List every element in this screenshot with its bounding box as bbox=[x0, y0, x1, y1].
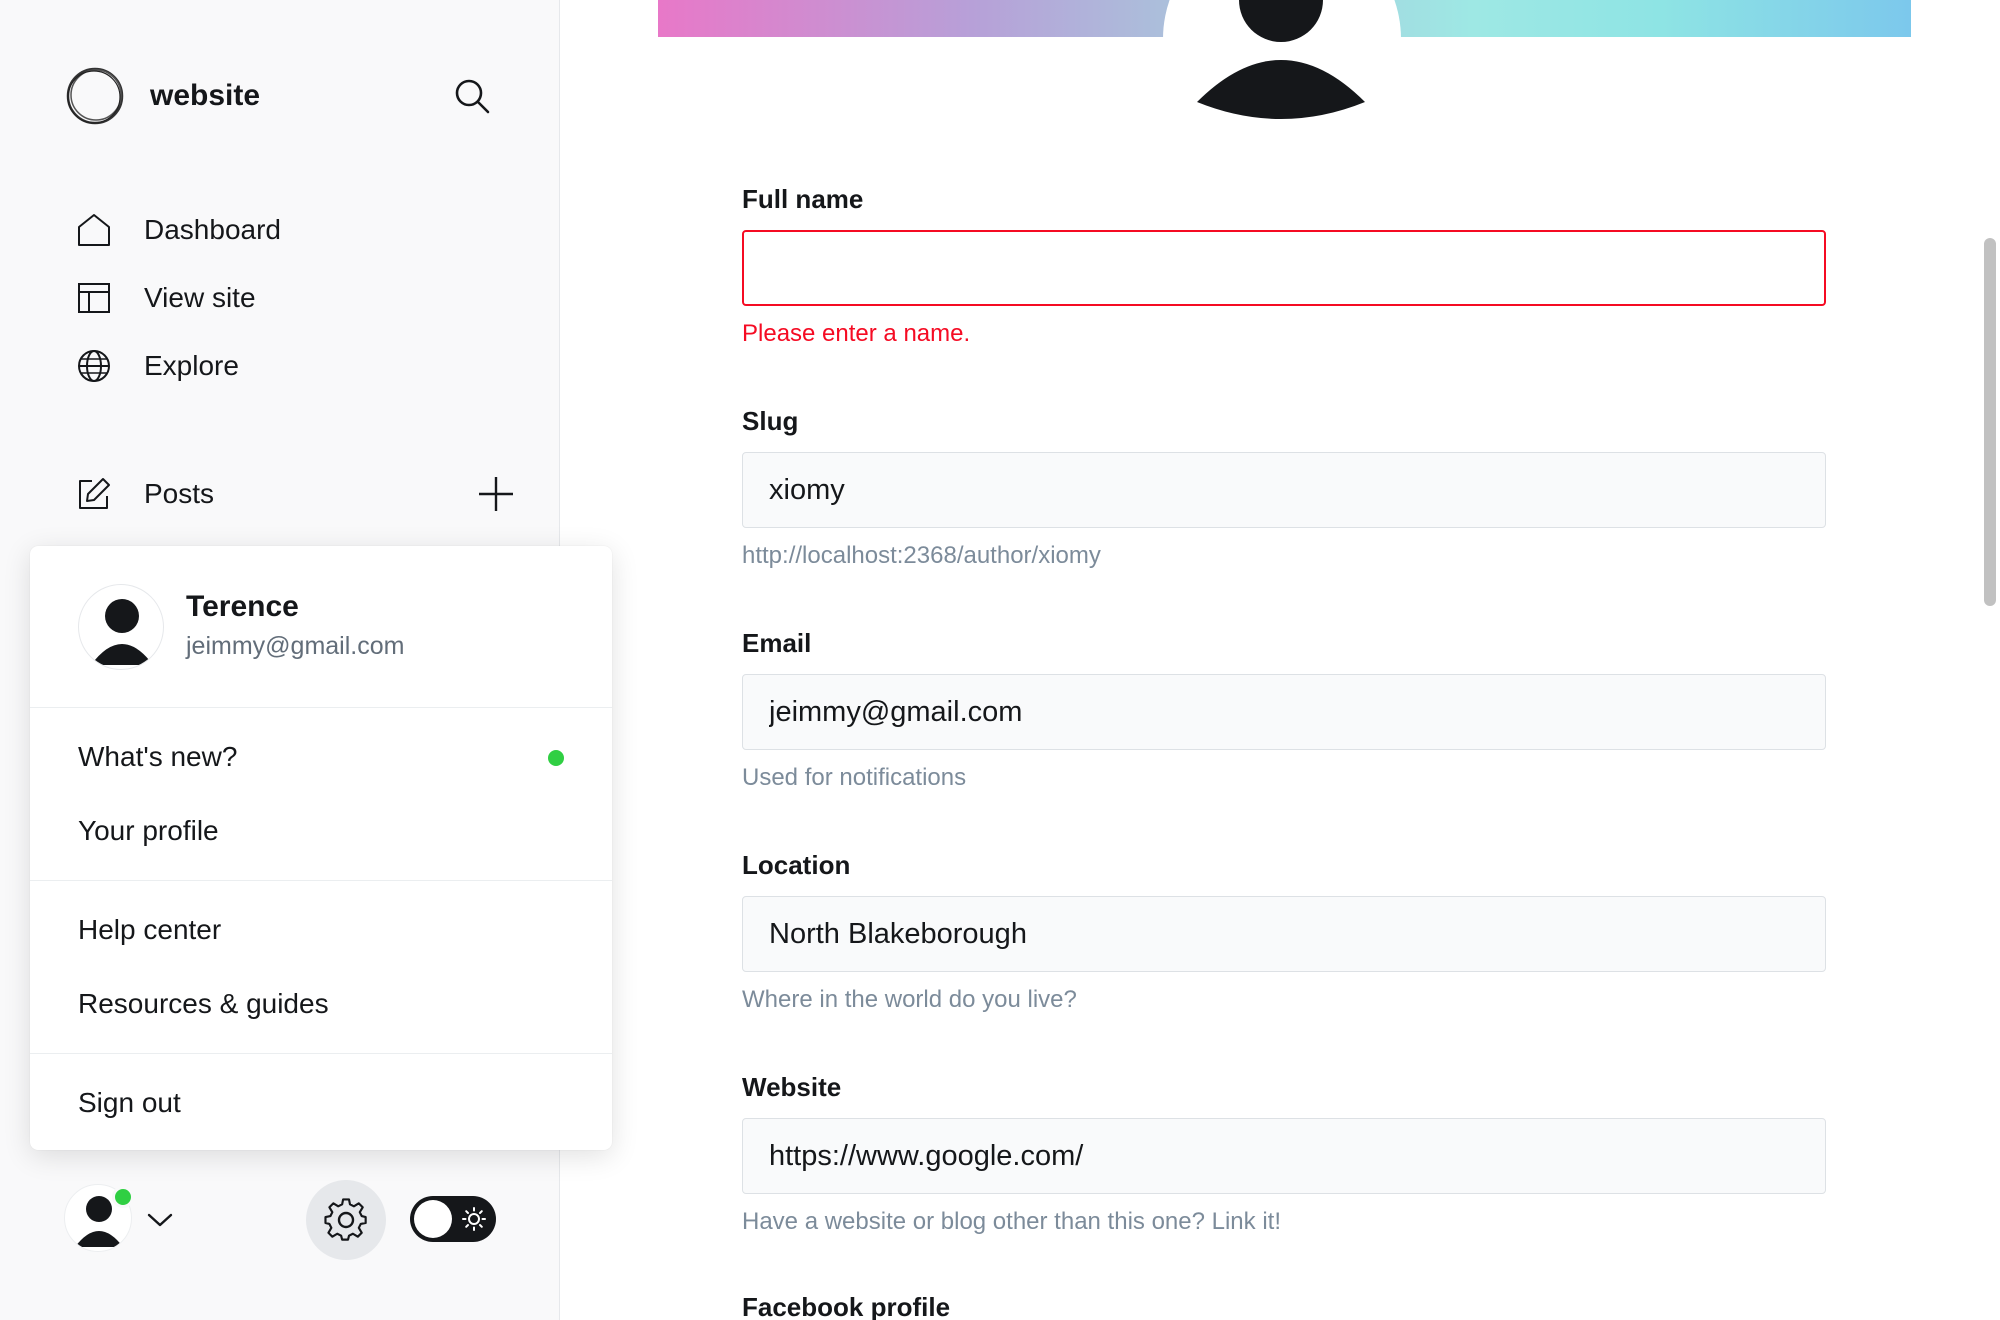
location-input[interactable] bbox=[742, 896, 1826, 972]
menu-group: What's new? Your profile bbox=[30, 708, 612, 881]
avatar bbox=[78, 584, 164, 670]
email-label: Email bbox=[742, 628, 812, 658]
search-button[interactable] bbox=[448, 72, 496, 120]
sidebar-item-label[interactable]: Posts bbox=[144, 478, 472, 510]
sidebar-item-view-site[interactable]: View site bbox=[72, 264, 512, 332]
site-name: website bbox=[150, 79, 261, 112]
layout-icon bbox=[72, 276, 116, 320]
new-indicator-dot bbox=[548, 750, 564, 766]
website-label: Website bbox=[742, 1072, 842, 1102]
dark-mode-toggle[interactable] bbox=[410, 1196, 496, 1242]
sidebar-item-label: Dashboard bbox=[144, 214, 281, 245]
online-status-badge bbox=[112, 1186, 134, 1208]
settings-button[interactable] bbox=[306, 1180, 386, 1260]
full-name-input[interactable] bbox=[742, 230, 1826, 306]
menu-item-label: Help center bbox=[78, 914, 222, 945]
profile-main: Full name Please enter a name. Slug http… bbox=[561, 0, 2000, 1320]
menu-group: Sign out bbox=[30, 1054, 612, 1152]
sidebar-item-posts: Posts bbox=[72, 460, 513, 528]
slug-label: Slug bbox=[742, 406, 799, 436]
menu-item-whats-new[interactable]: What's new? bbox=[30, 720, 612, 794]
globe-icon bbox=[72, 344, 116, 388]
location-label: Location bbox=[742, 850, 851, 880]
menu-group: Help center Resources & guides bbox=[30, 881, 612, 1054]
account-menu: Terence jeimmy@gmail.com What's new? You… bbox=[30, 546, 612, 1150]
sidebar-item-dashboard[interactable]: Dashboard bbox=[72, 196, 512, 264]
ghost-logo-icon bbox=[66, 67, 124, 125]
gear-icon bbox=[324, 1198, 367, 1241]
menu-item-label: What's new? bbox=[78, 741, 238, 772]
email-field[interactable] bbox=[742, 674, 1826, 750]
slug-input[interactable] bbox=[742, 452, 1826, 528]
website-hint: Have a website or blog other than this o… bbox=[742, 1208, 1281, 1235]
plus-icon bbox=[479, 477, 513, 511]
home-icon bbox=[72, 208, 116, 252]
app-root: website Dashboard View site Explore Post… bbox=[0, 0, 2000, 1320]
edit-icon bbox=[72, 472, 116, 516]
website-input[interactable] bbox=[742, 1118, 1826, 1194]
sidebar-item-explore[interactable]: Explore bbox=[72, 332, 512, 400]
menu-item-label: Resources & guides bbox=[78, 988, 329, 1019]
sidebar-item-label: Explore bbox=[144, 350, 239, 381]
account-menu-toggle[interactable] bbox=[142, 1202, 178, 1238]
profile-avatar-icon[interactable] bbox=[1181, 0, 1381, 140]
menu-item-label: Sign out bbox=[78, 1087, 181, 1118]
menu-item-your-profile[interactable]: Your profile bbox=[30, 794, 612, 868]
user-avatar-icon bbox=[91, 599, 153, 665]
menu-item-sign-out[interactable]: Sign out bbox=[30, 1066, 612, 1140]
toggle-knob bbox=[414, 1200, 452, 1238]
brand[interactable]: website bbox=[64, 64, 260, 128]
chevron-down-icon bbox=[147, 1213, 173, 1227]
page-scrollbar[interactable] bbox=[1984, 238, 1996, 606]
sidebar-nav: Dashboard View site Explore bbox=[72, 196, 512, 400]
account-user-email: jeimmy@gmail.com bbox=[186, 632, 405, 660]
account-user-name: Terence bbox=[186, 590, 299, 623]
slug-hint: http://localhost:2368/author/xiomy bbox=[742, 542, 1101, 569]
menu-item-label: Your profile bbox=[78, 815, 219, 846]
account-menu-user: Terence jeimmy@gmail.com bbox=[30, 546, 612, 708]
facebook-label: Facebook profile bbox=[742, 1292, 951, 1320]
location-hint: Where in the world do you live? bbox=[742, 986, 1077, 1013]
new-post-button[interactable] bbox=[472, 470, 520, 518]
full-name-error: Please enter a name. bbox=[742, 320, 971, 347]
email-hint: Used for notifications bbox=[742, 764, 967, 791]
sun-icon bbox=[462, 1207, 486, 1231]
sidebar-item-label: View site bbox=[144, 282, 256, 313]
search-icon bbox=[455, 79, 490, 114]
full-name-label: Full name bbox=[742, 184, 864, 214]
menu-item-help-center[interactable]: Help center bbox=[30, 893, 612, 967]
menu-item-resources-guides[interactable]: Resources & guides bbox=[30, 967, 612, 1041]
